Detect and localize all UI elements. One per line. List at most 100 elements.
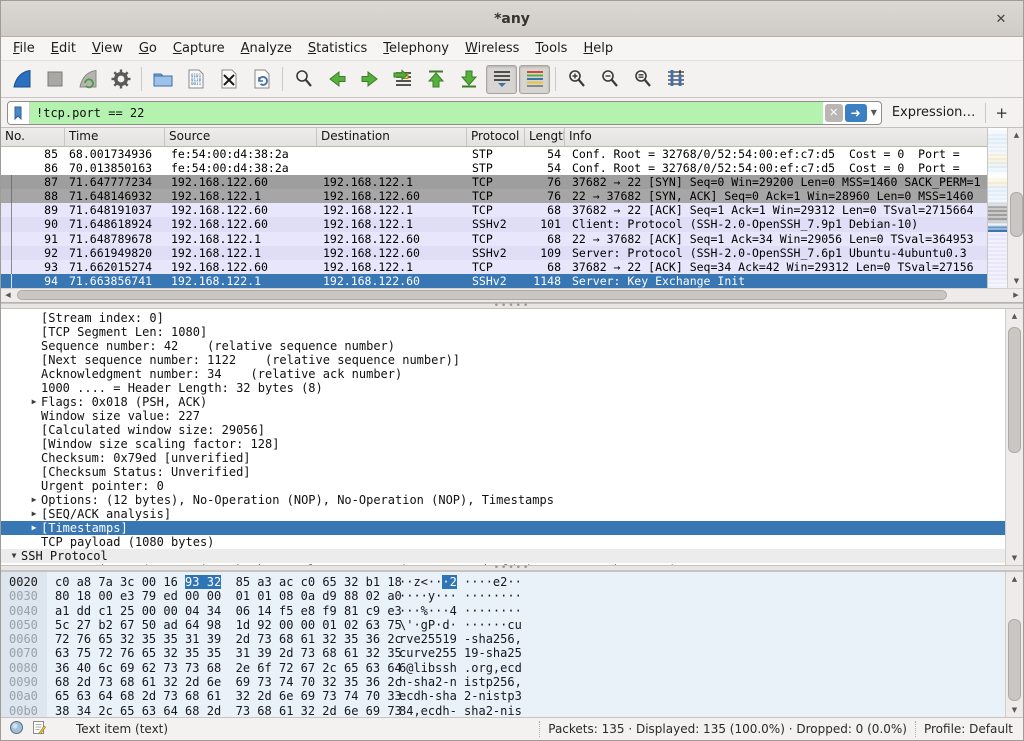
packet-list-vscrollbar[interactable]: ▲ ▼ xyxy=(1007,128,1023,288)
column-header-info[interactable]: Info xyxy=(565,128,987,146)
restart-capture-button[interactable] xyxy=(72,65,103,94)
scroll-up-icon[interactable]: ▲ xyxy=(1006,309,1023,323)
hex-row[interactable]: 008036 40 6c 69 62 73 73 68 2e 6f 72 67 … xyxy=(1,661,1005,675)
start-capture-button[interactable] xyxy=(6,65,37,94)
packet-row[interactable]: 9471.663856741192.168.122.1192.168.122.6… xyxy=(1,274,987,288)
detail-row[interactable]: Acknowledgment number: 34 (relative ack … xyxy=(1,367,1005,381)
status-profile[interactable]: Profile: Default xyxy=(924,722,1023,736)
packet-list-hscrollbar[interactable]: ◀ ▶ xyxy=(1,288,1023,302)
resize-columns-button[interactable] xyxy=(660,65,691,94)
hex-row[interactable]: 009068 2d 73 68 61 32 2d 6e 69 73 74 70 … xyxy=(1,675,1005,689)
detail-row[interactable]: [TCP Segment Len: 1080] xyxy=(1,325,1005,339)
add-filter-button[interactable]: + xyxy=(986,104,1017,122)
detail-row[interactable]: ▶[Timestamps] xyxy=(1,521,1005,535)
scroll-up-icon[interactable]: ▲ xyxy=(1006,572,1023,586)
menu-item-wireless[interactable]: Wireless xyxy=(457,39,527,58)
scroll-down-icon[interactable]: ▼ xyxy=(1008,274,1023,288)
menu-item-analyze[interactable]: Analyze xyxy=(233,39,300,58)
bytes-vscrollbar[interactable]: ▲ ▼ xyxy=(1005,572,1023,717)
column-header-destination[interactable]: Destination xyxy=(317,128,467,146)
menu-item-help[interactable]: Help xyxy=(575,39,621,58)
hex-row[interactable]: 00a065 63 64 68 2d 73 68 61 32 2d 6e 69 … xyxy=(1,689,1005,703)
hex-row[interactable]: 003080 18 00 e3 79 ed 00 00 01 01 08 0a … xyxy=(1,589,1005,603)
go-forward-button[interactable] xyxy=(354,65,385,94)
column-header-time[interactable]: Time xyxy=(65,128,165,146)
expression-button[interactable]: Expression… xyxy=(882,105,986,120)
menu-item-statistics[interactable]: Statistics xyxy=(300,39,375,58)
column-header-source[interactable]: Source xyxy=(165,128,317,146)
detail-row[interactable]: TCP payload (1080 bytes) xyxy=(1,535,1005,549)
zoom-in-button[interactable] xyxy=(561,65,592,94)
detail-row[interactable]: [Window size scaling factor: 128] xyxy=(1,437,1005,451)
detail-row[interactable]: ▶Options: (12 bytes), No-Operation (NOP)… xyxy=(1,493,1005,507)
collapsed-expander-icon[interactable]: ▶ xyxy=(27,395,41,409)
stop-capture-button[interactable] xyxy=(39,65,70,94)
scroll-left-icon[interactable]: ◀ xyxy=(1,288,15,302)
zoom-original-button[interactable] xyxy=(627,65,658,94)
filter-history-caret-icon[interactable]: ▼ xyxy=(869,108,881,117)
menu-item-go[interactable]: Go xyxy=(131,39,165,58)
hex-row[interactable]: 006072 76 65 32 35 35 31 39 2d 73 68 61 … xyxy=(1,632,1005,646)
filter-apply-icon[interactable]: ➜ xyxy=(845,104,867,122)
intelligent-scrollbar-minimap[interactable] xyxy=(987,128,1007,288)
packet-row[interactable]: 9071.648618924192.168.122.60192.168.122.… xyxy=(1,217,987,231)
scroll-thumb[interactable] xyxy=(1008,619,1021,701)
collapsed-expander-icon[interactable]: ▶ xyxy=(27,493,41,507)
go-to-packet-button[interactable] xyxy=(387,65,418,94)
scroll-up-icon[interactable]: ▲ xyxy=(1008,128,1023,142)
detail-row[interactable]: [Stream index: 0] xyxy=(1,311,1005,325)
packet-row[interactable]: 8568.001734936fe:54:00:d4:38:2aSTP54Conf… xyxy=(1,147,987,161)
hscroll-thumb[interactable] xyxy=(17,290,947,300)
detail-row[interactable]: Window size value: 227 xyxy=(1,409,1005,423)
scroll-thumb[interactable] xyxy=(1010,192,1023,237)
capture-options-button[interactable] xyxy=(105,65,136,94)
go-first-button[interactable] xyxy=(420,65,451,94)
collapsed-expander-icon[interactable]: ▶ xyxy=(27,507,41,521)
detail-row[interactable]: Sequence number: 42 (relative sequence n… xyxy=(1,339,1005,353)
packet-row[interactable]: 8670.013850163fe:54:00:d4:38:2aSTP54Conf… xyxy=(1,161,987,175)
hex-row[interactable]: 007063 75 72 76 65 32 35 35 31 39 2d 73 … xyxy=(1,646,1005,660)
auto-scroll-button[interactable] xyxy=(486,65,517,94)
menu-item-telephony[interactable]: Telephony xyxy=(375,39,457,58)
zoom-out-button[interactable] xyxy=(594,65,625,94)
reload-file-button[interactable] xyxy=(246,65,277,94)
hex-row[interactable]: 00505c 27 b2 67 50 ad 64 98 1d 92 00 00 … xyxy=(1,618,1005,632)
collapsed-expander-icon[interactable]: ▶ xyxy=(27,521,41,535)
close-file-button[interactable] xyxy=(213,65,244,94)
hex-row[interactable]: 00b038 34 2c 65 63 64 68 2d 73 68 61 32 … xyxy=(1,704,1005,717)
find-packet-button[interactable] xyxy=(288,65,319,94)
scroll-down-icon[interactable]: ▼ xyxy=(1006,703,1023,717)
detail-row[interactable]: [Next sequence number: 1122 (relative se… xyxy=(1,353,1005,367)
detail-row[interactable]: ▼SSH Protocol xyxy=(1,549,1005,563)
colorize-button[interactable] xyxy=(519,65,550,94)
go-back-button[interactable] xyxy=(321,65,352,94)
packet-row[interactable]: 8971.648191037192.168.122.60192.168.122.… xyxy=(1,203,987,217)
scroll-thumb[interactable] xyxy=(1008,327,1021,452)
packet-row[interactable]: 9171.648789678192.168.122.1192.168.122.6… xyxy=(1,232,987,246)
hex-row[interactable]: 0040a1 dd c1 25 00 00 04 34 06 14 f5 e8 … xyxy=(1,604,1005,618)
menu-item-file[interactable]: File xyxy=(5,39,43,58)
scroll-right-icon[interactable]: ▶ xyxy=(1009,288,1023,302)
expert-info-icon[interactable] xyxy=(9,720,24,738)
go-last-button[interactable] xyxy=(453,65,484,94)
column-header-protocol[interactable]: Protocol xyxy=(467,128,525,146)
menu-item-capture[interactable]: Capture xyxy=(165,39,233,58)
packet-row[interactable]: 8771.647777234192.168.122.60192.168.122.… xyxy=(1,175,987,189)
detail-row[interactable]: 1000 .... = Header Length: 32 bytes (8) xyxy=(1,381,1005,395)
column-header-length[interactable]: Length xyxy=(525,128,565,146)
detail-row[interactable]: Urgent pointer: 0 xyxy=(1,479,1005,493)
detail-row[interactable]: [Calculated window size: 29056] xyxy=(1,423,1005,437)
display-filter-input[interactable] xyxy=(30,102,823,124)
filter-bookmark-icon[interactable] xyxy=(8,102,30,124)
expanded-expander-icon[interactable]: ▼ xyxy=(7,549,21,563)
detail-row[interactable]: Checksum: 0x79ed [unverified] xyxy=(1,451,1005,465)
packet-row[interactable]: 9371.662015274192.168.122.60192.168.122.… xyxy=(1,260,987,274)
details-vscrollbar[interactable]: ▲ ▼ xyxy=(1005,309,1023,565)
menu-item-edit[interactable]: Edit xyxy=(43,39,84,58)
menu-item-view[interactable]: View xyxy=(84,39,131,58)
capture-comment-icon[interactable] xyxy=(32,720,46,738)
filter-clear-icon[interactable]: ✕ xyxy=(825,104,843,122)
detail-row[interactable]: [Checksum Status: Unverified] xyxy=(1,465,1005,479)
column-header-no[interactable]: No. xyxy=(1,128,65,146)
detail-row[interactable]: ▶Flags: 0x018 (PSH, ACK) xyxy=(1,395,1005,409)
